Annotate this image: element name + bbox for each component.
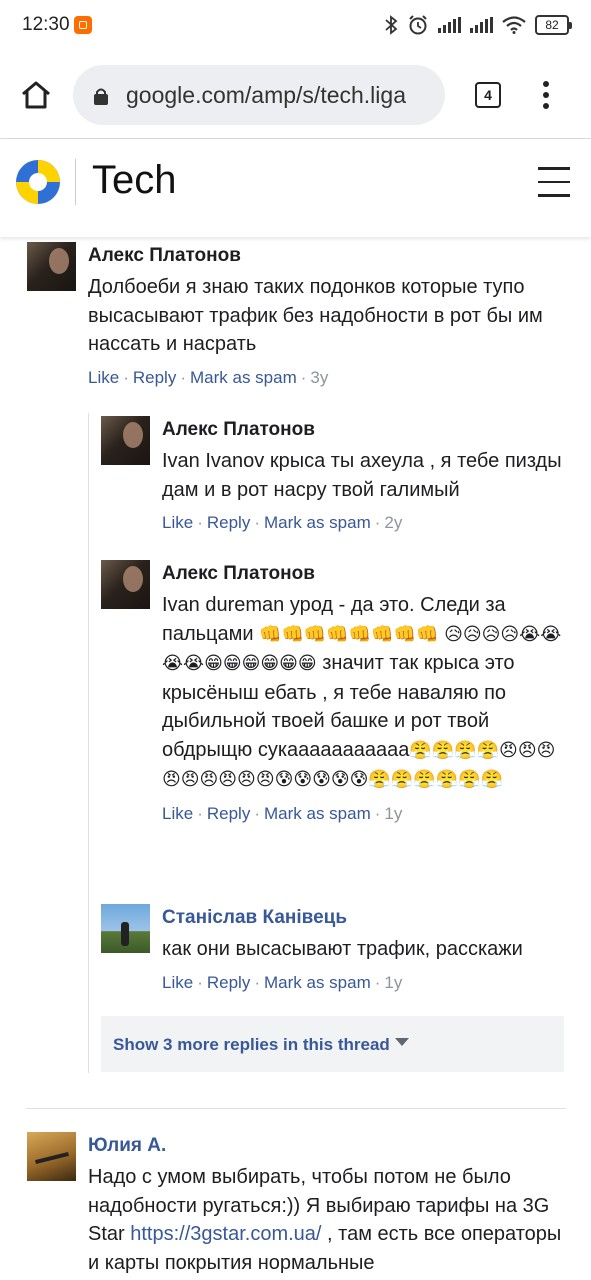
comment-author[interactable]: Станіслав Канівець [162,907,564,929]
caret-down-icon [395,1038,409,1046]
reply-thread-line [88,413,89,1073]
avatar[interactable] [101,560,150,609]
status-bar: 12:30 82 [0,0,591,52]
reply-link[interactable]: Reply [207,513,250,532]
url-text: google.com/amp/s/tech.liga [126,82,406,108]
reply-link[interactable]: Reply [207,804,250,823]
site-logo[interactable] [15,159,61,205]
site-header: Tech [0,139,591,237]
show-more-replies-button[interactable]: Show 3 more replies in this thread [101,1016,564,1072]
comment-actions: Like · Reply · Mark as spam · 2y [162,513,403,532]
hamburger-menu-icon[interactable] [538,167,570,199]
comment-author[interactable]: Юлия А. [88,1135,566,1157]
show-more-replies-label: Show 3 more replies in this thread [113,1035,390,1054]
comment-actions: Like · Reply · Mark as spam · 1y [162,803,403,823]
address-bar[interactable]: google.com/amp/s/tech.liga [73,65,445,125]
status-time: 12:30 [22,14,70,35]
comment-link[interactable]: https://3gstar.com.ua/ [130,1223,321,1245]
notification-icon [74,16,92,34]
mark-spam-link[interactable]: Mark as spam [264,804,371,823]
comment-age[interactable]: 1y [384,804,402,823]
like-link[interactable]: Like [162,804,193,823]
avatar[interactable] [27,242,76,291]
signal-icon [438,17,461,33]
alarm-icon [409,15,427,35]
comment-actions: Like · Reply · Mark as spam · 1y [162,972,403,992]
comment-author[interactable]: Алекс Платонов [162,419,564,441]
site-title: Tech [92,158,177,202]
comment-age[interactable]: 3y [310,368,328,387]
like-link[interactable]: Like [162,513,193,532]
comment-age[interactable]: 2y [384,513,402,532]
logo-separator [75,159,76,205]
comment-text: Надо с умом выбирать, чтобы потом не был… [88,1166,562,1274]
comment-text: как они высасывают трафик, расскажи [162,938,523,960]
comment-text: Ivan dureman урод - да это. Следи за пал… [162,594,562,790]
status-icons: 82 [384,14,572,36]
avatar[interactable] [27,1132,76,1181]
tab-switcher-button[interactable]: 4 [475,82,501,108]
lock-icon [94,88,108,105]
like-link[interactable]: Like [162,973,193,992]
battery-icon: 82 [535,15,572,35]
comment-actions: Like · Reply · Mark as spam · 3y [88,367,329,387]
home-icon[interactable] [20,79,52,111]
avatar[interactable] [101,904,150,953]
bluetooth-icon [385,15,398,35]
reply-link[interactable]: Reply [133,368,176,387]
comment-text: Долбоеби я знаю таких подонков которые т… [88,276,543,355]
wifi-icon [502,16,526,34]
comment-age[interactable]: 1y [384,973,402,992]
reply-link[interactable]: Reply [207,973,250,992]
avatar[interactable] [101,416,150,465]
more-menu-icon[interactable] [541,81,551,109]
comment-text: Ivan Ivanov крыса ты ахеула , я тебе пиз… [162,450,562,501]
comment-author[interactable]: Алекс Платонов [88,245,566,267]
mark-spam-link[interactable]: Mark as spam [264,513,371,532]
mark-spam-link[interactable]: Mark as spam [190,368,297,387]
comment-divider [26,1108,566,1109]
browser-toolbar: google.com/amp/s/tech.liga 4 [0,52,591,139]
comment-author[interactable]: Алекс Платонов [162,563,564,585]
mark-spam-link[interactable]: Mark as spam [264,973,371,992]
like-link[interactable]: Like [88,368,119,387]
signal-icon-2 [470,17,493,33]
